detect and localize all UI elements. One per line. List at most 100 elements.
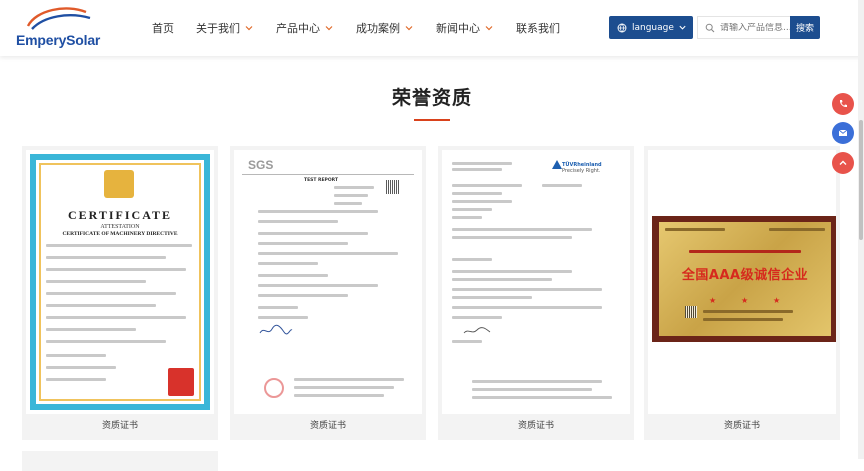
nav-item-cases[interactable]: 成功案例 (356, 20, 414, 36)
text-line (46, 328, 136, 331)
text-line (46, 268, 186, 271)
text-line (258, 242, 348, 245)
search-box (697, 16, 790, 39)
tuv-tagline: Precisely Right. (562, 168, 601, 174)
text-line (258, 210, 378, 213)
text-line (452, 296, 532, 299)
nav-item-about[interactable]: 关于我们 (196, 20, 254, 36)
text-line (258, 262, 318, 265)
text-line (689, 250, 801, 253)
plaque-title: 全国AAA级诚信企业 (681, 268, 809, 283)
plaque-face: 全国AAA级诚信企业 ★ ★ ★ (659, 222, 831, 336)
text-line (452, 258, 492, 261)
text-line (46, 354, 106, 357)
honor-card[interactable]: 全国AAA级诚信企业 ★ ★ ★ 资质证书 (644, 146, 840, 440)
text-line (452, 278, 552, 281)
qr-code-icon (685, 306, 697, 318)
logo-text-empery: Empery (16, 32, 67, 48)
nav-item-label: 首页 (152, 22, 174, 35)
logo-text-solar: Solar (66, 32, 101, 48)
search-input[interactable] (720, 22, 790, 33)
site-logo[interactable]: EmperySolar (14, 4, 100, 50)
nav-item-label: 新闻中心 (436, 22, 480, 35)
chevron-down-icon (325, 26, 333, 31)
text-line (703, 318, 783, 321)
nav-item-label: 联系我们 (516, 22, 560, 35)
text-line (452, 200, 512, 203)
nav-item-label: 关于我们 (196, 22, 240, 35)
star-icon: ★ (741, 296, 749, 305)
email-float-button[interactable] (832, 122, 854, 144)
udem-badge-icon (168, 368, 194, 396)
search-button[interactable]: 搜索 (790, 16, 820, 39)
text-line (258, 294, 348, 297)
text-line (46, 292, 176, 295)
text-line (258, 306, 298, 309)
text-line (46, 378, 106, 381)
tuv-triangle-icon (552, 160, 562, 169)
language-button[interactable]: language (609, 16, 693, 39)
section-title: 荣誉资质 (391, 87, 472, 109)
text-line (452, 184, 522, 187)
text-line (452, 340, 482, 343)
text-line (46, 340, 166, 343)
certificate-image: SGS TEST REPORT (234, 150, 422, 414)
page-scrollbar[interactable] (858, 0, 864, 459)
text-line (334, 194, 368, 197)
chevron-down-icon (245, 26, 253, 31)
card-caption: 资质证书 (517, 421, 554, 431)
star-icon: ★ (773, 296, 781, 305)
phone-float-button[interactable] (832, 93, 854, 115)
card-caption: 资质证书 (723, 421, 760, 431)
text-line (452, 192, 502, 195)
chevron-up-icon (839, 160, 847, 165)
text-line (472, 380, 602, 383)
certificate-image: 全国AAA级诚信企业 ★ ★ ★ (648, 150, 836, 414)
text-line (769, 228, 825, 231)
text-line (46, 256, 166, 259)
text-line (452, 306, 602, 309)
email-icon (838, 129, 848, 136)
udem-logo-icon (104, 170, 134, 198)
phone-icon (839, 100, 847, 108)
text-line (258, 316, 308, 319)
text-line (294, 386, 394, 389)
report-heading: TEST REPORT (304, 178, 339, 183)
text-line (258, 252, 398, 255)
honor-card[interactable]: SGS TEST REPORT 资质证书 (230, 146, 426, 440)
text-line (258, 232, 368, 235)
certificate-image: CERTIFICATE ATTESTATION CERTIFICATE OF M… (26, 150, 214, 414)
chevron-down-icon (679, 25, 686, 30)
globe-icon (617, 23, 627, 32)
certificate-subtitle-2: CERTIFICATE OF MACHINERY DIRECTIVE (62, 231, 178, 237)
nav-item-label: 产品中心 (276, 22, 320, 35)
search-icon (705, 23, 715, 32)
honor-card[interactable]: TÜVRheinland Precisely Right. 资质证书 (438, 146, 634, 440)
certificate-image: TÜVRheinland Precisely Right. (442, 150, 630, 414)
text-line (46, 280, 146, 283)
main-nav: 首页 关于我们 产品中心 成功案例 新闻中心 联系我们 (152, 18, 582, 38)
back-to-top-button[interactable] (832, 152, 854, 174)
card-caption: 资质证书 (101, 421, 138, 431)
honor-card[interactable] (22, 451, 218, 471)
chevron-down-icon (405, 26, 413, 31)
logo-swoosh-icon (26, 7, 91, 30)
card-caption: 资质证书 (309, 421, 346, 431)
honor-plaque: 全国AAA级诚信企业 ★ ★ ★ (652, 216, 836, 342)
text-line (665, 228, 725, 231)
scrollbar-thumb[interactable] (859, 120, 863, 240)
text-line (258, 284, 378, 287)
text-line (472, 396, 612, 399)
nav-item-products[interactable]: 产品中心 (276, 20, 334, 36)
nav-item-home[interactable]: 首页 (152, 20, 174, 36)
sgs-logo: SGS (248, 158, 274, 172)
stamp-icon (264, 378, 284, 398)
text-line (294, 378, 404, 381)
text-line (452, 162, 512, 165)
honor-card[interactable]: CERTIFICATE ATTESTATION CERTIFICATE OF M… (22, 146, 218, 440)
divider (242, 174, 414, 175)
nav-item-contact[interactable]: 联系我们 (516, 20, 560, 36)
logo-text: EmperySolar (16, 32, 100, 48)
nav-item-news[interactable]: 新闻中心 (436, 20, 494, 36)
text-line (452, 288, 602, 291)
